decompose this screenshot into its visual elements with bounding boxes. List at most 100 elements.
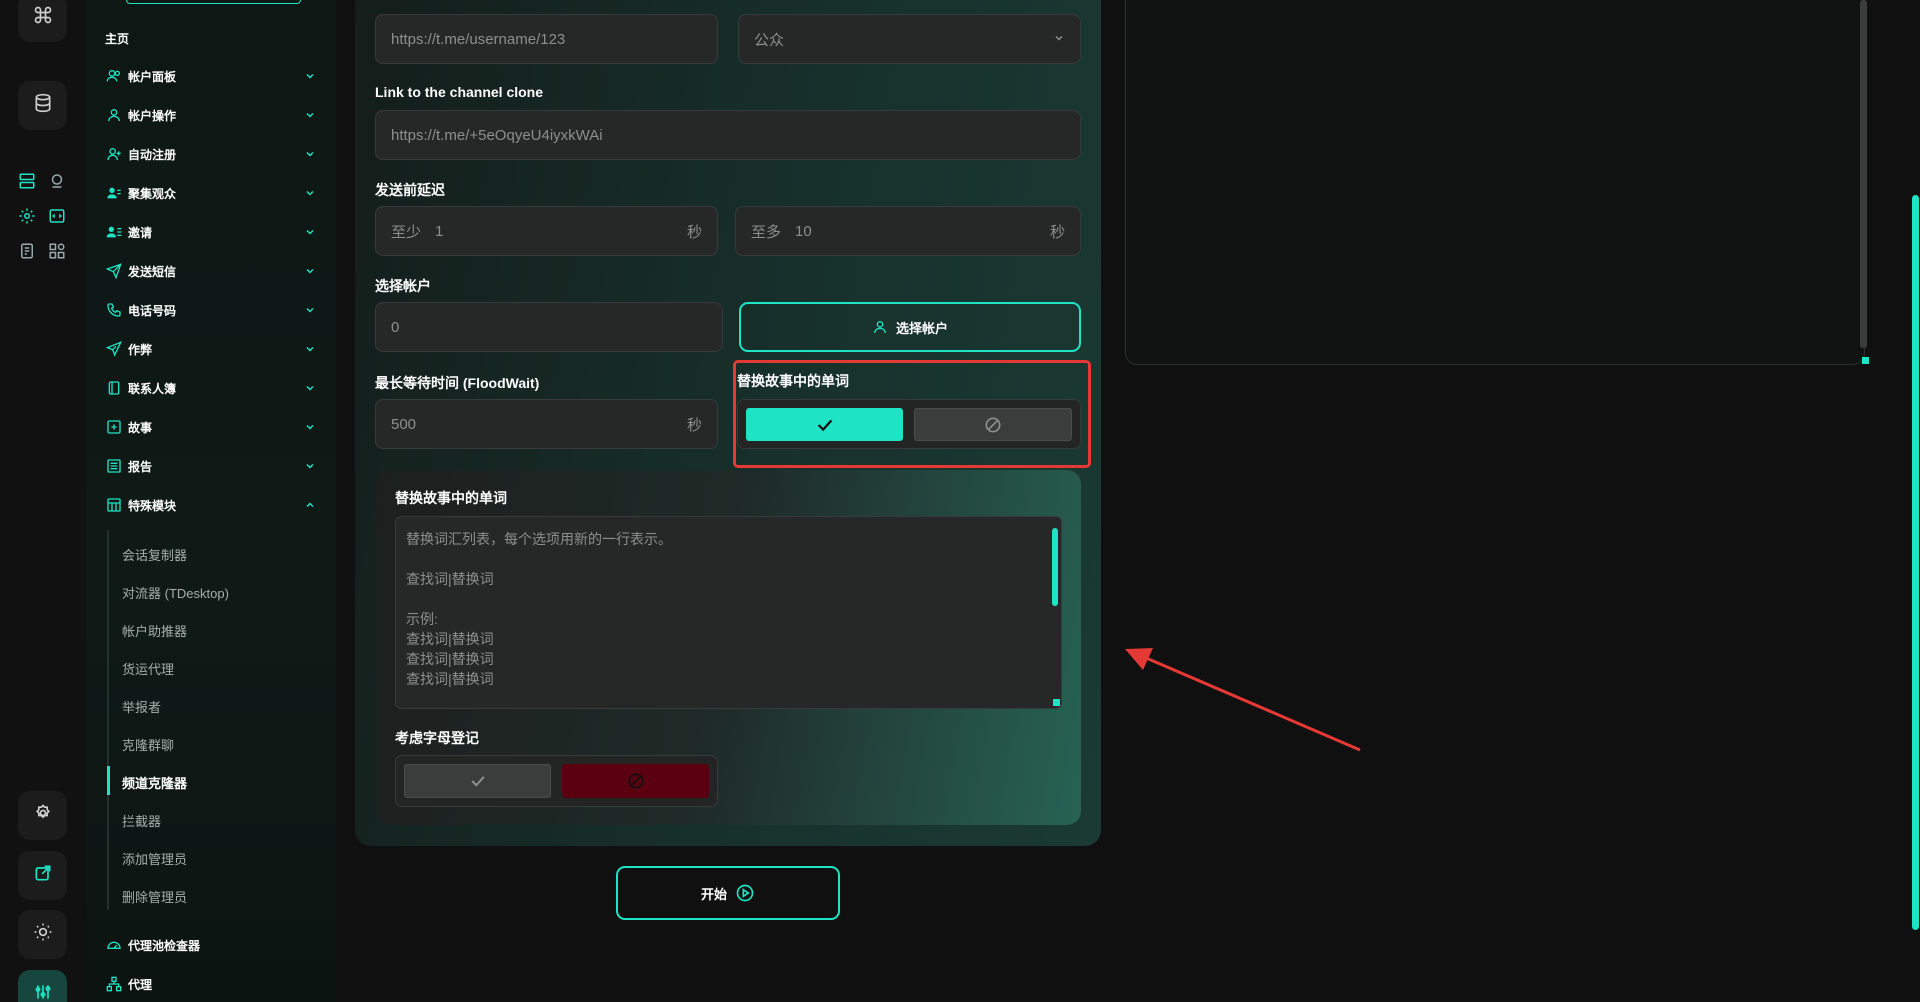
settings-icon: [33, 803, 53, 828]
sidebar-item-gather-audience[interactable]: 聚集观众: [105, 181, 317, 205]
icon-rail: [0, 0, 86, 1002]
submenu-remove-admin[interactable]: 删除管理员: [122, 887, 187, 906]
sidebar-item-account-ops[interactable]: 帐户操作: [105, 103, 317, 127]
choose-accounts-button[interactable]: 选择帐户: [739, 302, 1081, 352]
floodwait-input[interactable]: 500 秒: [375, 399, 718, 449]
table-icon: [105, 496, 123, 514]
chevron-down-icon: [303, 459, 317, 473]
send-icon: [105, 262, 123, 280]
chevron-down-icon: [303, 420, 317, 434]
sun-icon: [33, 922, 53, 947]
chevron-down-icon: [303, 147, 317, 161]
sidebar-item-stories[interactable]: 故事: [105, 415, 317, 439]
sidebar-item-reports[interactable]: 报告: [105, 454, 317, 478]
delay-min-input[interactable]: 至少 1 秒: [375, 206, 718, 256]
submenu-session-copier[interactable]: 会话复制器: [122, 545, 187, 564]
sidebar-item-auto-register[interactable]: 自动注册: [105, 142, 317, 166]
replace-list-label: 替换故事中的单词: [395, 490, 507, 506]
play-circle-icon: [735, 883, 755, 903]
user-icon: [872, 319, 888, 335]
user-group-icon: [105, 184, 123, 202]
search-bar-edge[interactable]: [126, 0, 301, 4]
command-button[interactable]: [18, 0, 67, 42]
toggle-off-button[interactable]: [562, 764, 709, 798]
server-icon[interactable]: [16, 170, 38, 192]
type-select[interactable]: 公众: [738, 14, 1081, 64]
submenu-active-indicator: [107, 766, 110, 795]
phone-icon: [105, 301, 123, 319]
accounts-count-input[interactable]: 0: [375, 302, 723, 352]
source-link-input[interactable]: https://t.me/username/123: [375, 14, 718, 64]
log-scrollbar[interactable]: [1860, 0, 1867, 348]
sidebar-item-invite[interactable]: 邀请: [105, 220, 317, 244]
chevron-down-icon: [303, 303, 317, 317]
sidebar: 主页 帐户面板 帐户操作 自动注册 聚集观众 邀请 发送短信 电话号码 作弊 联…: [86, 0, 336, 1002]
replace-list-textarea[interactable]: 替换词汇列表，每个选项用新的一行表示。 查找词|替换词 示例: 查找词|替换词 …: [395, 516, 1062, 709]
sidebar-home[interactable]: 主页: [105, 30, 129, 47]
case-label: 考虑字母登记: [395, 730, 479, 746]
submenu-channel-cloner[interactable]: 频道克隆器: [122, 773, 187, 792]
chevron-down-icon: [303, 225, 317, 239]
log-output-box[interactable]: [1125, 0, 1865, 365]
user-icon: [105, 106, 123, 124]
sidebar-item-phone-numbers[interactable]: 电话号码: [105, 298, 317, 322]
submenu-account-booster[interactable]: 帐户助推器: [122, 621, 187, 640]
page-scrollbar[interactable]: [1912, 195, 1919, 930]
sidebar-item-cheat[interactable]: 作弊: [105, 337, 317, 361]
gear-icon[interactable]: [16, 205, 38, 227]
ban-icon: [626, 771, 646, 791]
submenu-line: [107, 530, 109, 910]
globe-pin-icon[interactable]: [46, 170, 68, 192]
check-icon: [468, 771, 488, 791]
sidebar-item-special-modules[interactable]: 特殊模块: [105, 493, 317, 517]
network-icon: [105, 975, 123, 993]
delay-label: 发送前延迟: [375, 182, 445, 198]
settings-button[interactable]: [18, 791, 67, 840]
rocket-send-icon: [105, 340, 123, 358]
database-button[interactable]: [18, 81, 67, 130]
submenu-interceptor[interactable]: 拦截器: [122, 811, 161, 830]
chevron-down-icon: [303, 381, 317, 395]
sidebar-item-send-sms[interactable]: 发送短信: [105, 259, 317, 283]
user-list-icon: [105, 223, 123, 241]
submenu-group-cloner[interactable]: 克隆群聊: [122, 735, 174, 754]
sliders-icon: [33, 982, 53, 1002]
clone-link-input[interactable]: https://t.me/+5eOqyeU4iyxkWAi: [375, 110, 1081, 160]
resize-handle-icon[interactable]: [1053, 699, 1060, 706]
toggle-on-button[interactable]: [404, 764, 551, 798]
start-button[interactable]: 开始: [616, 866, 840, 920]
floodwait-label: 最长等待时间 (FloodWait): [375, 375, 540, 391]
submenu-reporter[interactable]: 举报者: [122, 697, 161, 716]
sidebar-item-proxy-checker[interactable]: 代理池检查器: [105, 933, 317, 957]
database-icon: [33, 93, 53, 118]
clone-link-label: Link to the channel clone: [375, 84, 544, 100]
plus-square-icon: [105, 418, 123, 436]
submenu-add-admin[interactable]: 添加管理员: [122, 849, 187, 868]
textarea-scrollbar[interactable]: [1052, 528, 1058, 606]
chevron-down-icon: [303, 342, 317, 356]
apps-icon[interactable]: [46, 240, 68, 262]
annotation-highlight-box: [733, 360, 1091, 468]
case-toggle: [395, 755, 718, 807]
user-plus-icon: [105, 145, 123, 163]
delay-max-input[interactable]: 至多 10 秒: [735, 206, 1081, 256]
theme-toggle-button[interactable]: [18, 910, 67, 959]
sidebar-item-proxy[interactable]: 代理: [105, 972, 317, 996]
gauge-icon: [105, 936, 123, 954]
code-window-icon[interactable]: [46, 205, 68, 227]
submenu-forwarder[interactable]: 货运代理: [122, 659, 174, 678]
chevron-down-icon: [303, 186, 317, 200]
external-link-button[interactable]: [18, 851, 67, 900]
submenu-converter[interactable]: 对流器 (TDesktop): [122, 583, 229, 602]
chevron-down-icon: [303, 108, 317, 122]
report-icon: [105, 457, 123, 475]
external-link-icon: [33, 863, 53, 888]
document-icon[interactable]: [16, 240, 38, 262]
chevron-down-icon: [303, 69, 317, 83]
annotation-arrow-icon: [1125, 648, 1361, 752]
resize-handle-icon[interactable]: [1862, 357, 1869, 364]
sidebar-item-contacts[interactable]: 联系人簿: [105, 376, 317, 400]
chevron-up-icon: [303, 498, 317, 512]
sliders-button[interactable]: [18, 970, 67, 1002]
sidebar-item-account-panel[interactable]: 帐户面板: [105, 64, 317, 88]
